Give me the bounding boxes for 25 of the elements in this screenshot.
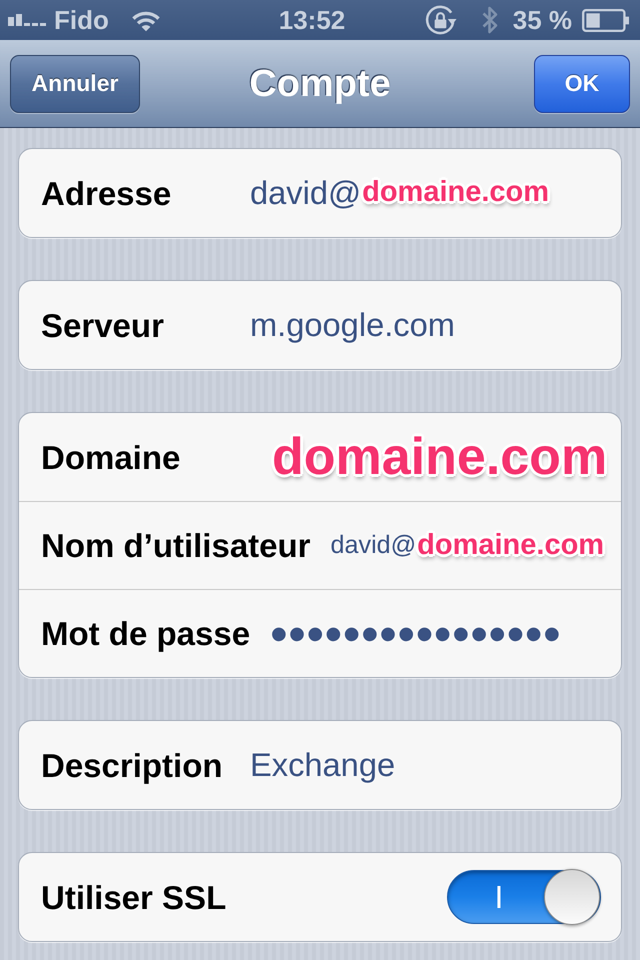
field-label: Adresse [41, 176, 172, 210]
signal-bars-icon [8, 14, 46, 26]
carrier-name: Fido [54, 7, 109, 33]
input-field[interactable]: david@domaine.com [330, 531, 604, 560]
ok-button[interactable]: OK [534, 54, 630, 112]
input-field[interactable]: david@domaine.com [250, 176, 550, 210]
input-field[interactable]: m.google.com [250, 308, 455, 342]
field-label: Mot de passe [41, 617, 250, 650]
cancel-button[interactable]: Annuler [10, 54, 140, 112]
field-label: Serveur [41, 308, 165, 342]
field-label: Utiliser SSL [41, 880, 228, 914]
field-label: Domaine [41, 440, 182, 474]
status-time: 13:52 [278, 7, 346, 33]
password-field[interactable]: •••••••••••••••• [270, 608, 562, 658]
rotation-lock-icon [424, 4, 457, 36]
input-field[interactable]: Exchange [250, 748, 396, 782]
battery-icon [582, 8, 630, 32]
field-label: Nom d’utilisateur [41, 529, 311, 562]
bluetooth-icon [480, 5, 499, 35]
toggle-switch[interactable]: I [447, 870, 601, 924]
field-label: Description [41, 748, 224, 782]
screen-title: Compte [249, 64, 391, 102]
annotation-label: domaine.com [417, 531, 604, 560]
battery-percent: 35 % [512, 7, 572, 33]
annotation-label: domaine.com [362, 178, 550, 208]
